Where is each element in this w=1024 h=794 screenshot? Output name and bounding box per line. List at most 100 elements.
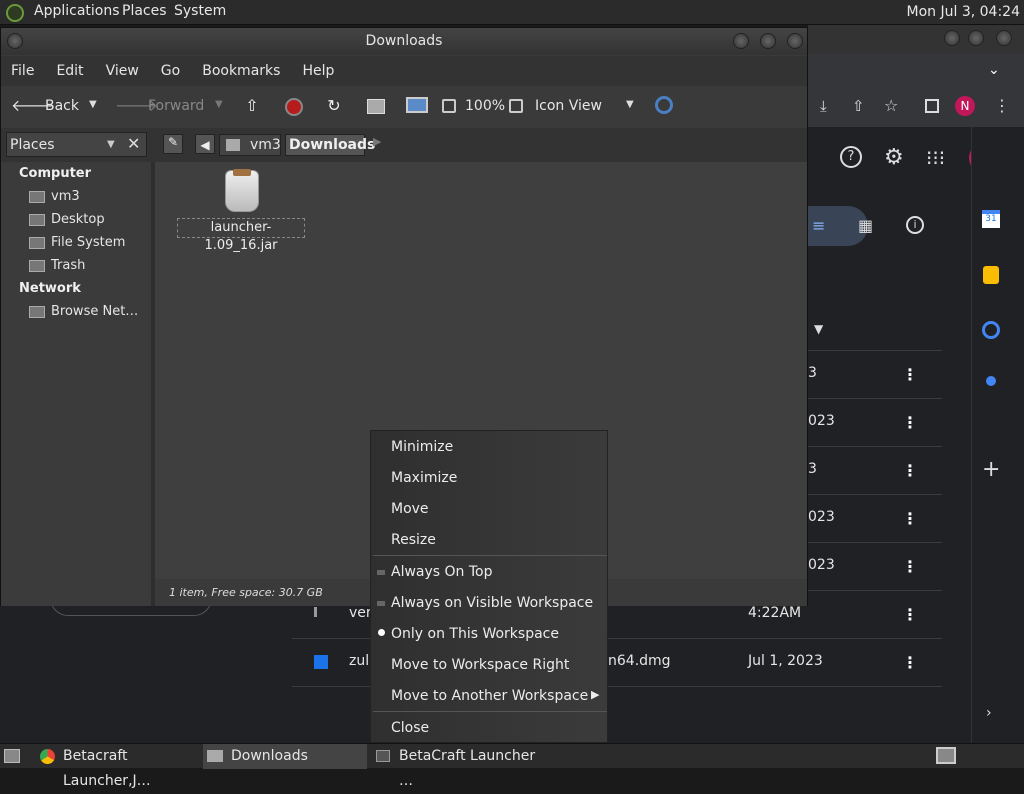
menu-close[interactable]: Close (391, 720, 429, 736)
taskbar-item-betacraft[interactable]: BetaCraft Launcher … (370, 744, 540, 789)
tasks-icon[interactable] (982, 321, 1000, 339)
close-button[interactable] (787, 33, 803, 49)
download-icon[interactable]: ⤓ (820, 97, 827, 115)
chrome-minimize-button[interactable] (944, 30, 960, 46)
sidebar-item-trash[interactable]: Trash (29, 258, 85, 273)
more-options-icon[interactable]: ⋮ (902, 557, 918, 576)
sidebar-item-browse-network[interactable]: Browse Net… (29, 304, 138, 319)
zoom-level[interactable]: 100% (465, 98, 505, 114)
apps-grid-icon[interactable]: ⁝⁝⁝ (926, 146, 945, 170)
view-mode-dropdown-icon[interactable]: ▼ (626, 99, 634, 110)
drive-icon (29, 236, 45, 249)
more-options-icon[interactable]: ⋮ (902, 365, 918, 384)
back-button[interactable]: Back (45, 98, 79, 114)
back-history-dropdown[interactable]: ▼ (89, 99, 97, 110)
menu-bookmarks[interactable]: Bookmarks (202, 63, 280, 79)
menu-view[interactable]: View (106, 63, 139, 79)
chrome-tabs-dropdown-icon[interactable]: ⌄ (988, 62, 1000, 78)
places-menu[interactable]: Places (122, 3, 167, 19)
sort-indicator[interactable]: ▼ (814, 322, 823, 336)
contacts-icon[interactable] (986, 376, 996, 386)
sidebar-item-desktop[interactable]: Desktop (29, 212, 105, 227)
path-downloads-button[interactable]: Downloads (285, 134, 375, 156)
settings-gear-icon[interactable]: ⚙ (884, 145, 904, 170)
star-icon[interactable]: ☆ (884, 96, 898, 115)
sidebar-item-label: File System (51, 235, 126, 250)
up-arrow-icon[interactable]: ⇧ (242, 96, 262, 116)
more-options-icon[interactable]: ⋮ (902, 509, 918, 528)
add-icon[interactable]: + (982, 457, 1000, 482)
more-options-icon[interactable]: ⋮ (902, 653, 918, 672)
applications-menu[interactable]: Applications (34, 3, 120, 19)
menu-always-visible-workspace[interactable]: Always on Visible Workspace (391, 595, 593, 611)
minimize-button[interactable] (733, 33, 749, 49)
calendar-icon[interactable]: 31 (982, 210, 1000, 228)
sidebar-item-filesystem[interactable]: File System (29, 235, 125, 250)
stop-icon[interactable] (285, 98, 303, 116)
download-filename-end[interactable]: n64.dmg (608, 653, 671, 669)
more-options-icon[interactable]: ⋮ (902, 605, 918, 624)
radio-selected-icon (378, 629, 385, 636)
taskbar-item-label: BetaCraft Launcher … (399, 748, 536, 789)
share-icon[interactable]: ⇧ (852, 97, 865, 115)
menu-minimize[interactable]: Minimize (391, 439, 453, 455)
clock[interactable]: Mon Jul 3, 04:24 (907, 4, 1020, 20)
system-menu[interactable]: System (174, 3, 226, 19)
view-mode-select[interactable]: Icon View (535, 98, 602, 114)
search-icon[interactable] (655, 96, 673, 114)
zoom-in-icon[interactable] (509, 99, 523, 113)
menu-move-workspace-right[interactable]: Move to Workspace Right (391, 657, 569, 673)
mate-logo-icon (6, 4, 24, 22)
workspace-switcher-icon[interactable] (936, 747, 956, 764)
sidebar-item-label: Trash (51, 258, 86, 273)
file-name: launcher-1.09_16.jar (177, 218, 305, 253)
menu-move[interactable]: Move (391, 501, 429, 517)
path-right-arrow-icon[interactable]: ▶ (373, 135, 381, 148)
sidebar-selector[interactable]: Places ▼ (6, 132, 147, 157)
menu-always-on-top[interactable]: Always On Top (391, 564, 493, 580)
file-item[interactable]: launcher-1.09_16.jar (177, 168, 307, 253)
forward-history-dropdown[interactable]: ▼ (215, 99, 223, 110)
show-desktop-icon[interactable] (4, 749, 20, 763)
window-menu-button[interactable] (7, 33, 23, 49)
menu-resize[interactable]: Resize (391, 532, 436, 548)
help-icon[interactable]: ? (840, 146, 862, 168)
menu-help[interactable]: Help (302, 63, 334, 79)
menu-only-this-workspace[interactable]: Only on This Workspace (391, 626, 559, 642)
checkbox-icon (377, 601, 385, 606)
profile-avatar-small[interactable]: N (955, 96, 975, 116)
chrome-maximize-button[interactable] (968, 30, 984, 46)
jar-file-icon (225, 169, 259, 212)
more-options-icon[interactable]: ⋮ (902, 413, 918, 432)
maximize-button[interactable] (760, 33, 776, 49)
path-vm3-button[interactable]: vm3 (219, 134, 281, 156)
chrome-close-button[interactable] (996, 30, 1012, 46)
keep-icon[interactable] (983, 266, 999, 284)
reload-icon[interactable]: ↻ (324, 96, 344, 116)
forward-button[interactable]: Forward (148, 98, 204, 114)
chevron-right-icon[interactable]: › (986, 705, 992, 721)
more-options-icon[interactable]: ⋮ (902, 461, 918, 480)
grid-view-icon[interactable]: ▦ (858, 216, 873, 235)
menu-file[interactable]: File (11, 63, 34, 79)
home-icon (226, 139, 240, 151)
menu-go[interactable]: Go (161, 63, 180, 79)
computer-icon[interactable] (406, 97, 428, 113)
sidepanel-icon[interactable] (925, 99, 939, 113)
zoom-out-icon[interactable] (442, 99, 456, 113)
download-filename[interactable]: ver (349, 605, 372, 621)
download-filename[interactable]: zul (349, 653, 369, 669)
home-folder-icon[interactable] (367, 99, 385, 114)
info-icon[interactable]: i (906, 216, 924, 234)
menu-edit[interactable]: Edit (56, 63, 83, 79)
menu-move-another-workspace[interactable]: Move to Another Workspace (391, 688, 588, 704)
sidebar-item-vm3[interactable]: vm3 (29, 189, 80, 204)
menu-maximize[interactable]: Maximize (391, 470, 457, 486)
close-sidebar-icon[interactable]: ✕ (127, 134, 140, 153)
taskbar-item-chrome[interactable]: Betacraft Launcher,J… (38, 744, 200, 789)
chrome-menu-icon[interactable]: ⋮ (994, 96, 1010, 115)
taskbar-item-downloads[interactable]: Downloads (203, 744, 367, 769)
path-left-arrow-icon[interactable]: ◀ (195, 134, 215, 154)
edit-location-icon[interactable]: ✎ (163, 134, 183, 154)
google-side-panel: 31 + › (971, 127, 1024, 743)
